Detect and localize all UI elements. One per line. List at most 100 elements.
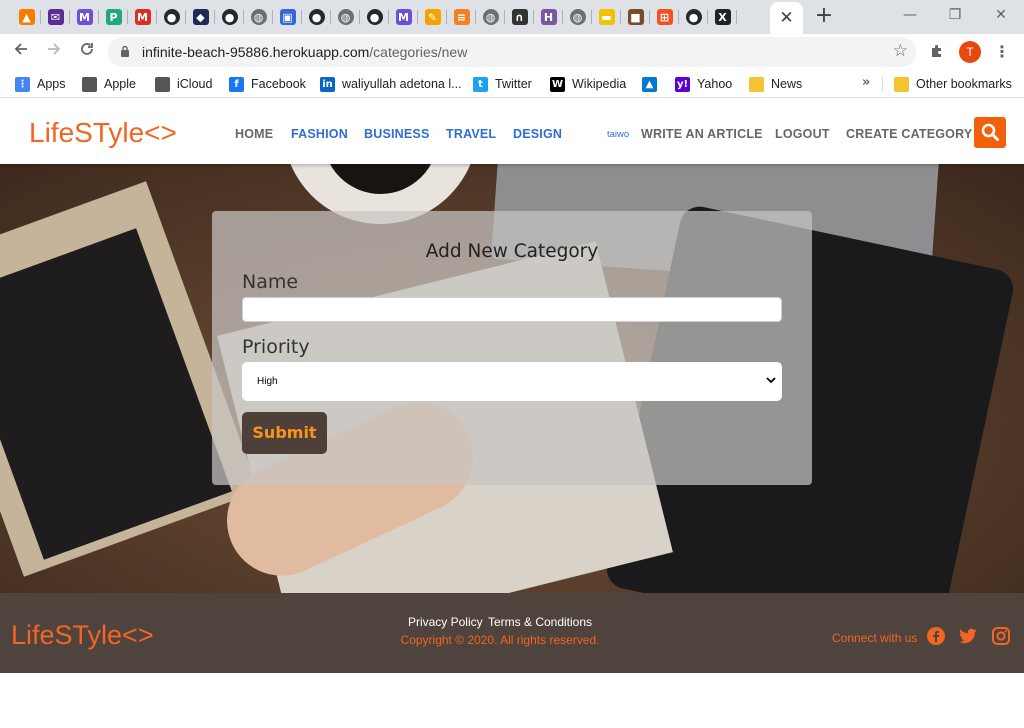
pinned-tab[interactable]: X <box>708 6 737 28</box>
pinned-tab[interactable]: ▬ <box>592 6 621 28</box>
instagram-icon[interactable] <box>991 626 1011 646</box>
bookmark-linkedin[interactable]: in waliyullah adetona l... <box>320 76 462 92</box>
nav-fashion[interactable]: FASHION <box>291 127 348 141</box>
github-icon: ● <box>163 9 180 25</box>
reload-icon[interactable] <box>75 40 99 64</box>
globe-icon: ◍ <box>250 9 267 25</box>
priority-select[interactable]: High <box>242 362 782 401</box>
pinned-tab[interactable]: M <box>70 6 99 28</box>
github-icon: ● <box>685 9 702 25</box>
azure-icon: ▲ <box>642 76 657 92</box>
search-button[interactable] <box>974 117 1006 148</box>
pinned-tab[interactable]: ▣ <box>273 6 302 28</box>
stackoverflow-icon: ≡ <box>453 9 470 25</box>
profile-avatar[interactable]: T <box>959 41 981 63</box>
forward-arrow-icon[interactable] <box>42 40 66 64</box>
bookmark-label: waliyullah adetona l... <box>342 77 462 91</box>
github-icon: ● <box>221 9 238 25</box>
pinned-tab[interactable]: ◍ <box>563 6 592 28</box>
box-icon: ■ <box>627 9 644 25</box>
nav-write-article[interactable]: WRITE AN ARTICLE <box>641 127 763 141</box>
pinned-tab[interactable]: M <box>128 6 157 28</box>
new-tab-button[interactable]: + <box>812 4 836 28</box>
back-arrow-icon[interactable] <box>9 40 33 64</box>
bookmark-apple[interactable]: Apple <box>82 76 136 92</box>
bookmark-news[interactable]: News <box>749 76 802 92</box>
extensions-puzzle-icon[interactable] <box>928 43 946 61</box>
terms-link[interactable]: Terms & Conditions <box>488 615 592 629</box>
bookmark-star-icon[interactable]: ☆ <box>893 41 908 61</box>
hero-background: Add New Category Name Priority High Subm… <box>0 164 1024 593</box>
more-bookmarks-icon[interactable]: » <box>862 75 870 90</box>
bookmark-label: Apple <box>104 77 136 91</box>
bookmark-wikipedia[interactable]: W Wikipedia <box>550 76 626 92</box>
arch-icon: ∩ <box>511 9 528 25</box>
active-tab[interactable]: ✕ <box>770 2 803 34</box>
nav-design[interactable]: DESIGN <box>513 127 562 141</box>
pinned-tab[interactable]: ✉ <box>41 6 70 28</box>
nav-home[interactable]: HOME <box>235 127 273 141</box>
folder-icon <box>749 76 764 92</box>
chevron-down-icon <box>766 377 776 384</box>
nav-business[interactable]: BUSINESS <box>364 127 430 141</box>
bookmark-other[interactable]: Other bookmarks <box>894 76 1012 92</box>
pinned-tab[interactable]: ◍ <box>244 6 273 28</box>
pinned-tab[interactable]: ● <box>360 6 389 28</box>
twitter-icon[interactable] <box>958 626 978 646</box>
pinned-tab[interactable]: ◍ <box>331 6 360 28</box>
bank-icon: ▣ <box>279 9 296 25</box>
pinned-tab[interactable]: ● <box>157 6 186 28</box>
current-username[interactable]: taiwo <box>607 129 629 140</box>
pinned-tab[interactable]: ◆ <box>186 6 215 28</box>
url-text[interactable]: infinite-beach-95886.herokuapp.com/categ… <box>142 44 467 60</box>
pinned-tab[interactable]: ≡ <box>447 6 476 28</box>
pinned-tab[interactable]: ● <box>679 6 708 28</box>
microverse-icon: M <box>76 9 93 25</box>
other-bookmarks-label: Other bookmarks <box>916 77 1012 91</box>
pinned-tab[interactable]: ⊞ <box>650 6 679 28</box>
priority-selected-value: High <box>257 376 278 387</box>
medium-icon: P <box>105 9 122 25</box>
pinned-tab[interactable]: ● <box>215 6 244 28</box>
bookmark-label: News <box>771 77 803 91</box>
bookmark-icloud[interactable]: iCloud <box>155 76 212 92</box>
apps-grid-icon: ⋮ <box>15 76 30 92</box>
facebook-icon[interactable] <box>926 626 946 646</box>
bookmark-facebook[interactable]: f Facebook <box>229 76 306 92</box>
pinned-tab[interactable]: ● <box>302 6 331 28</box>
bookmark-twitter[interactable]: t Twitter <box>473 76 532 92</box>
close-tab-icon[interactable]: ✕ <box>779 8 793 28</box>
privacy-policy-link[interactable]: Privacy Policy <box>408 615 483 629</box>
pinned-tab[interactable]: ∩ <box>505 6 534 28</box>
pinned-tab[interactable]: ■ <box>621 6 650 28</box>
folder-icon <box>894 76 909 92</box>
nav-logout[interactable]: LOGOUT <box>775 127 830 141</box>
url-host: infinite-beach-95886.herokuapp.com <box>142 44 370 60</box>
github-icon: ● <box>308 9 325 25</box>
bookmark-label: Apps <box>37 77 66 91</box>
bookmark-yahoo[interactable]: y! Yahoo <box>675 76 732 92</box>
nav-travel[interactable]: TRAVEL <box>446 127 496 141</box>
bookmark-label: Twitter <box>495 77 532 91</box>
pinned-tab[interactable]: M <box>389 6 418 28</box>
pinned-tab[interactable]: P <box>99 6 128 28</box>
submit-button[interactable]: Submit <box>242 412 327 454</box>
restore-icon[interactable]: ❐ <box>940 4 970 26</box>
pinned-tab[interactable]: ▲ <box>12 6 41 28</box>
pinned-tab[interactable]: ✎ <box>418 6 447 28</box>
bookmark-azure[interactable]: ▲ <box>642 76 664 92</box>
bookmark-apps[interactable]: ⋮ Apps <box>15 76 66 92</box>
close-window-icon[interactable]: ✕ <box>986 4 1016 26</box>
minimize-icon[interactable]: — <box>895 4 925 26</box>
pinned-tab[interactable]: H <box>534 6 563 28</box>
nav-create-category[interactable]: CREATE CATEGORY <box>846 127 972 141</box>
site-logo[interactable]: LifeSTyle<> <box>29 117 177 149</box>
browser-toolbar: infinite-beach-95886.herokuapp.com/categ… <box>0 34 1024 70</box>
pinned-tab[interactable]: ◍ <box>476 6 505 28</box>
bookmarks-divider <box>882 77 883 91</box>
category-name-input[interactable] <box>242 297 782 322</box>
pencil-icon: ✎ <box>424 9 441 25</box>
browser-menu-icon[interactable]: ⋮ <box>994 41 1010 63</box>
bank-card-icon: ▬ <box>598 9 615 25</box>
address-bar[interactable]: infinite-beach-95886.herokuapp.com/categ… <box>108 37 916 67</box>
